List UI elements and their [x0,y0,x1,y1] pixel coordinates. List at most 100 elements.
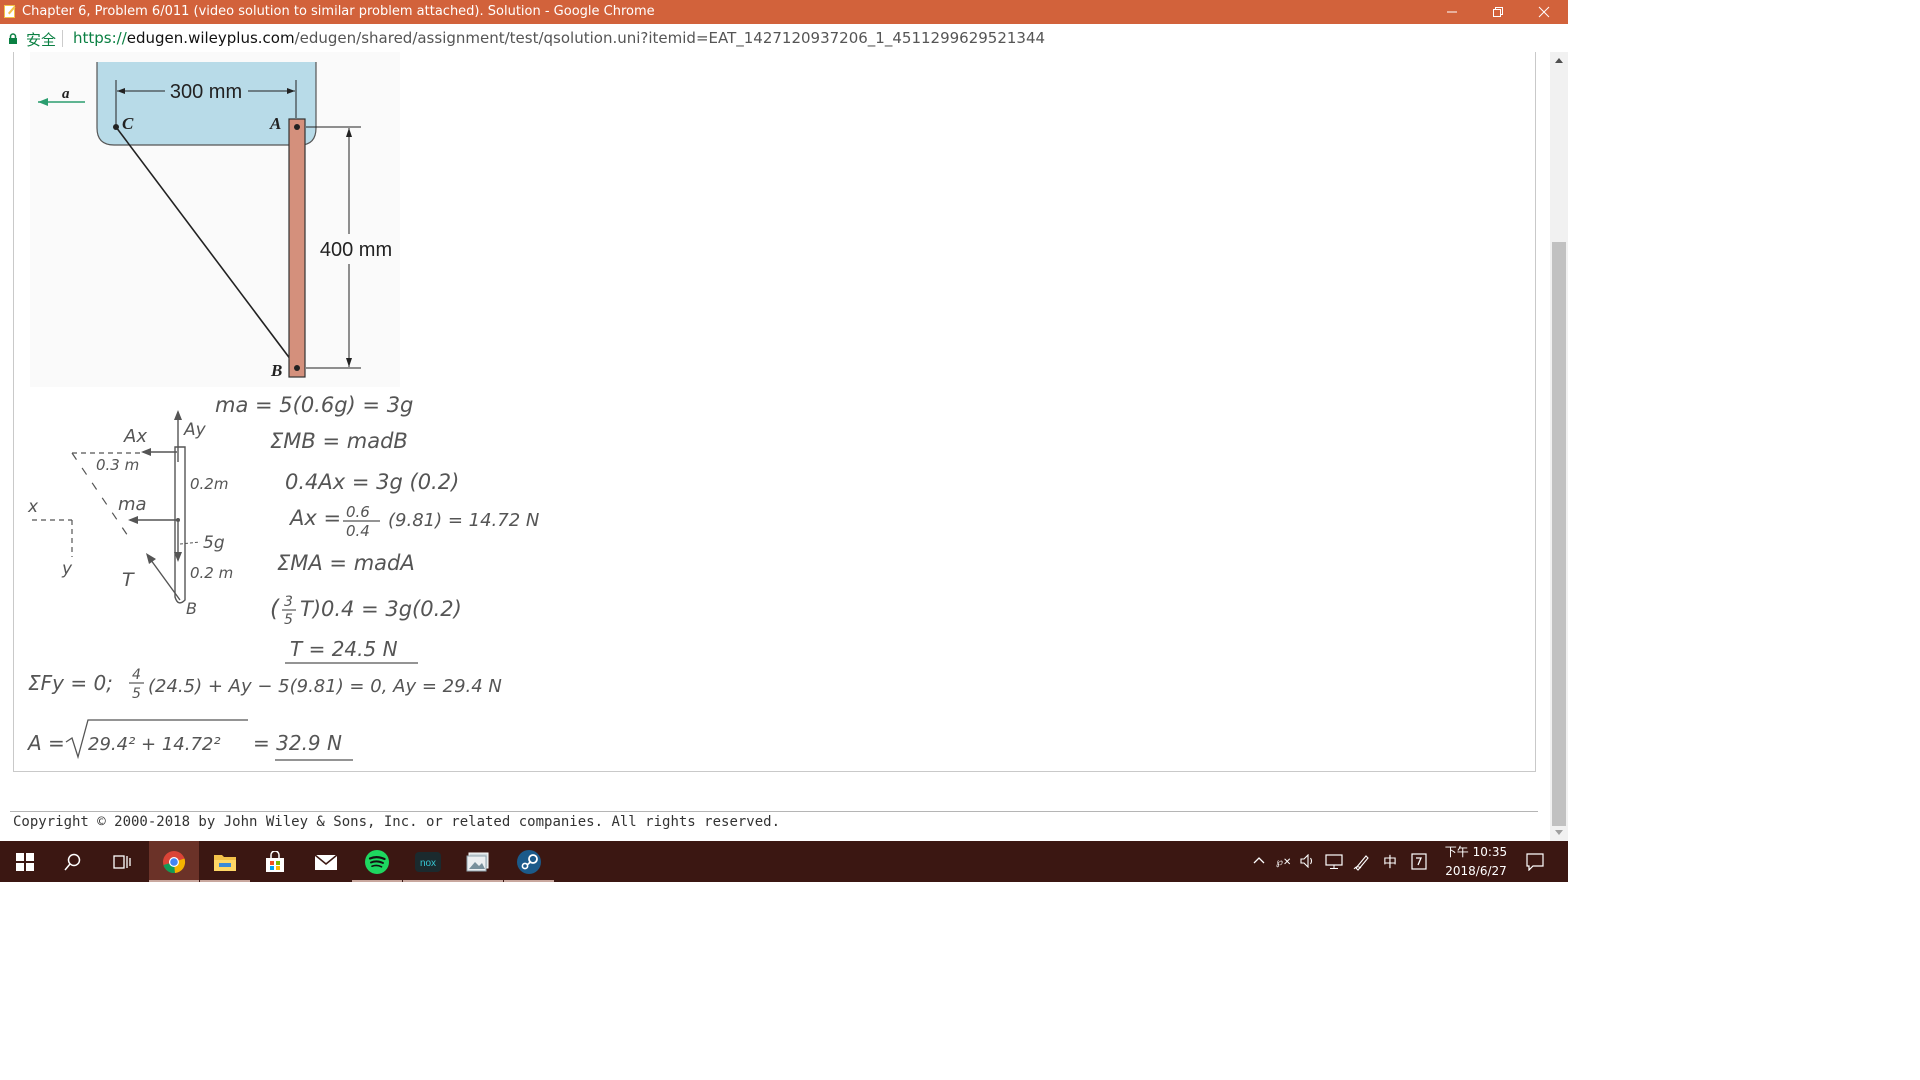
eq-fy-den: 5 [132,686,141,702]
eq-ax-moment: 0.4Ax = 3g (0.2) [285,470,459,494]
restore-icon [1493,7,1503,17]
nox-button[interactable]: nox [403,841,453,882]
show-hidden-icons-icon[interactable] [1253,856,1265,864]
eq-moment-b: ΣMB = madB [270,429,408,453]
eq-moment-a: ΣMA = madA [277,551,415,575]
task-view-button[interactable] [97,841,147,882]
task-view-icon [113,854,131,869]
eq-t-num: 3 [284,594,293,610]
search-icon [64,853,81,870]
document-icon [4,5,16,18]
photos-button[interactable] [453,841,503,882]
eq-fy-lhs: ΣFy = 0; [28,671,113,695]
copyright-text: Copyright © 2000-2018 by John Wiley & So… [13,814,781,830]
running-indicator [504,880,554,882]
point-b-label: B [270,361,282,380]
nox-icon: nox [415,851,441,872]
scroll-down-button[interactable] [1550,825,1568,841]
point-c-label: C [122,114,134,133]
photos-icon [466,852,489,871]
eq-t-den: 5 [284,612,293,628]
mail-icon [314,853,338,870]
start-button[interactable] [0,841,50,882]
spotify-button[interactable] [352,841,402,882]
window-title: Chapter 6, Problem 6/011 (video solution… [22,4,655,19]
close-icon [1538,6,1550,18]
lock-icon [9,33,17,44]
pen-icon[interactable] [1353,853,1371,871]
active-indicator [149,880,199,882]
problem-figure: a 300 mm C A B 400 mm [30,52,400,387]
acceleration-label: a [62,86,70,102]
point-a-label: A [269,114,281,133]
eq-t-result: T = 24.5 N [290,637,398,661]
width-dim-label: 300 mm [170,81,242,103]
eq-ax-lhs: Ax = [288,506,341,530]
search-button[interactable] [48,841,98,882]
restore-button[interactable] [1475,0,1521,24]
file-explorer-icon [214,854,236,871]
url-path: /edugen/shared/assignment/test/qsolution… [294,29,1046,47]
running-indicator [403,880,453,882]
mail-button[interactable] [301,841,351,882]
notifications-icon[interactable] [1526,853,1544,871]
pin-b [294,365,300,371]
bar [288,118,306,378]
running-indicator [453,880,503,882]
taskbar: nox ℘✕ 中 下午 10:35 2018/6/27 [0,841,1568,882]
solution-equations: ma = 5(0.6g) = 3g ΣMB = madB 0.4Ax = 3g … [26,393,539,761]
minimize-icon [1447,11,1457,13]
eq-a-radicand: 29.4² + 14.72² [88,734,221,755]
eq-t-moment: T)0.4 = 3g(0.2) [300,597,462,621]
file-explorer-button[interactable] [200,841,250,882]
clock-date: 2018/6/27 [1445,864,1507,878]
volume-icon[interactable] [1300,854,1316,868]
pin-c [113,124,119,130]
title-bar: Chapter 6, Problem 6/011 (video solution… [0,0,1568,24]
scroll-down-icon [1555,830,1563,835]
eq-ma: ma = 5(0.6g) = 3g [215,393,413,417]
eq-fy-num: 4 [132,667,141,683]
svg-text:℘✕: ℘✕ [1276,857,1291,868]
scrollbar-thumb[interactable] [1552,242,1566,826]
chrome-taskbar-button[interactable] [149,841,199,882]
clock[interactable]: 下午 10:35 2018/6/27 [1430,843,1522,881]
eq-a-result: = 32.9 N [253,731,342,755]
close-button[interactable] [1521,0,1567,24]
steam-icon [517,849,541,874]
chrome-icon [163,850,186,873]
address-bar[interactable]: 安全 https://edugen.wileyplus.com/edugen/s… [0,24,1568,53]
url-scheme: https:// [73,29,127,47]
windows-start-icon [16,852,34,871]
footer-divider [10,811,1538,812]
height-dim-label: 400 mm [320,239,392,261]
divider [62,30,63,47]
scroll-up-icon [1555,58,1563,63]
eq-ax-den: 0.4 [346,522,370,540]
display-icon[interactable] [1325,854,1343,870]
eq-ax-rhs: (9.81) = 14.72 N [388,510,539,531]
page-content: a 300 mm C A B 400 mm Ay Ax 0.3 m ma 5g … [0,52,1550,841]
secure-label: 安全 [26,31,57,49]
minimize-button[interactable] [1429,0,1475,24]
ime-indicator[interactable]: 中 [1383,852,1397,872]
vertical-scrollbar[interactable] [1550,52,1568,841]
eq-a-lhs: A = [26,731,65,755]
nox-label: nox [420,858,436,869]
store-button[interactable] [250,841,300,882]
pin-a [294,124,300,130]
ime-mode-icon[interactable] [1411,853,1427,870]
store-icon [266,850,284,872]
network-icon[interactable]: ℘✕ [1276,854,1294,868]
eq-ax-num: 0.6 [346,503,370,521]
steam-button[interactable] [504,841,554,882]
clock-time: 下午 10:35 [1444,845,1508,859]
scroll-up-button[interactable] [1550,52,1568,68]
url-text[interactable]: https://edugen.wileyplus.com/edugen/shar… [73,29,1045,47]
running-indicator [352,880,402,882]
url-host: edugen.wileyplus.com [126,29,295,47]
eq-t-open-paren: ( [270,596,280,622]
running-indicator [200,880,250,882]
spotify-icon [365,849,389,874]
eq-fy-rhs: (24.5) + Ay − 5(9.81) = 0, Ay = 29.4 N [148,676,502,697]
